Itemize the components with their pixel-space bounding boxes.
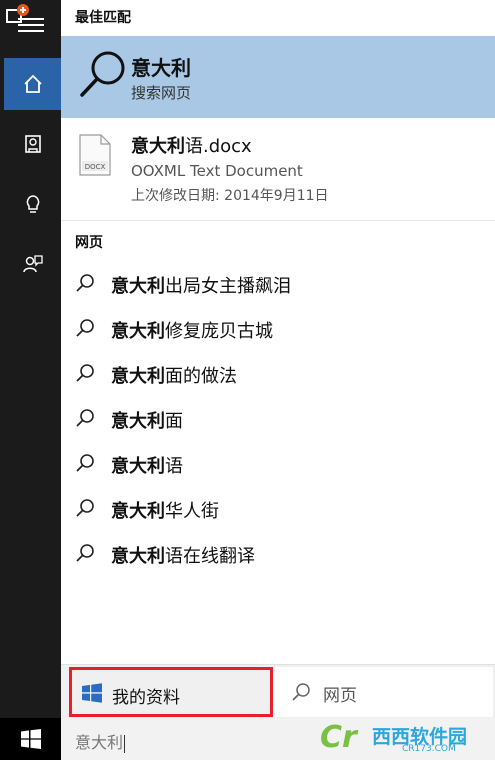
watermark-url: CR173.COM: [402, 744, 456, 754]
my-info-button[interactable]: 我的资料: [69, 667, 273, 717]
text-caret: [124, 734, 126, 753]
search-scope-bar: 我的资料 网页: [61, 664, 495, 719]
document-icon-label: DOCX: [85, 163, 106, 171]
start-button[interactable]: [0, 718, 61, 760]
cortana-sidebar: [0, 0, 61, 760]
windows-logo-icon: [82, 683, 102, 703]
web-suggestion-item[interactable]: 意大利面的做法: [61, 352, 495, 394]
web-suggestion-item[interactable]: 意大利修复庞贝古城: [61, 307, 495, 349]
web-scope-button[interactable]: 网页: [273, 667, 493, 717]
search-icon: [76, 454, 94, 472]
my-info-label: 我的资料: [112, 688, 180, 708]
divider: [61, 220, 495, 221]
web-suggestion-item[interactable]: 意大利语在线翻译: [61, 532, 495, 574]
site-watermark: Cr 西西软件园 CR173.COM: [310, 718, 495, 760]
document-name: 意大利语.docx: [131, 136, 252, 157]
watermark-logo-icon: Cr: [320, 720, 357, 755]
feedback-icon: [22, 255, 43, 273]
search-icon: [76, 409, 94, 427]
web-scope-label: 网页: [323, 686, 357, 706]
document-type: OOXML Text Document: [131, 162, 303, 180]
web-suggestion-item[interactable]: 意大利面: [61, 397, 495, 439]
best-match-item[interactable]: 意大利 搜索网页: [61, 36, 495, 118]
search-icon: [292, 683, 310, 701]
nav-feedback[interactable]: [4, 238, 61, 290]
search-icon: [76, 544, 94, 562]
best-match-title: 意大利: [131, 56, 191, 80]
nav-reminders[interactable]: [4, 178, 61, 230]
search-icon: [76, 319, 94, 337]
search-icon: [76, 499, 94, 517]
web-suggestion-item[interactable]: 意大利语: [61, 442, 495, 484]
document-modified: 上次修改日期: 2014年9月11日: [131, 188, 329, 204]
windows-start-icon: [20, 729, 41, 749]
home-icon: [23, 74, 42, 93]
web-suggestion-item[interactable]: 意大利华人街: [61, 487, 495, 529]
notebook-icon: [24, 135, 41, 153]
search-results-panel: 最佳匹配 意大利 搜索网页 DOCX 意大利语.docx OOXML Text …: [61, 0, 495, 760]
nav-home[interactable]: [4, 58, 61, 110]
document-result[interactable]: DOCX 意大利语.docx OOXML Text Document 上次修改日…: [61, 122, 495, 218]
best-match-heading: 最佳匹配: [75, 10, 131, 26]
web-heading: 网页: [75, 235, 103, 251]
reminder-icon: [26, 195, 39, 213]
search-icon: [76, 364, 94, 382]
web-suggestion-item[interactable]: 意大利出局女主播飙泪: [61, 262, 495, 304]
search-icon: [80, 51, 125, 97]
nav-notebook[interactable]: [4, 118, 61, 170]
best-match-subtitle: 搜索网页: [131, 84, 192, 102]
search-query: 意大利: [75, 733, 126, 753]
search-icon: [76, 274, 94, 292]
document-icon: DOCX: [79, 134, 111, 176]
menu-icon[interactable]: [18, 14, 44, 36]
